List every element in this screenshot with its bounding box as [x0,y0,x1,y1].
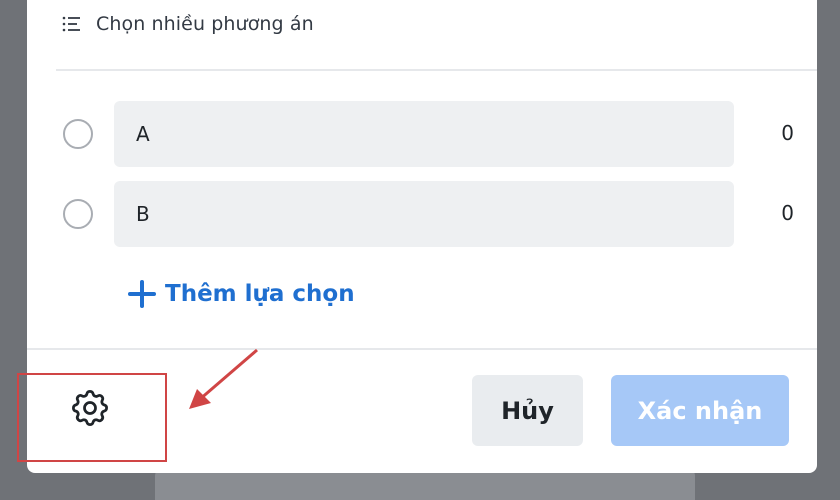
option-input[interactable]: B [114,181,734,247]
option-radio[interactable] [63,199,93,229]
option-vote-count: 0 [781,121,794,145]
add-choice-label: Thêm lựa chọn [165,281,355,307]
divider [56,69,817,71]
poll-option: A 0 [61,101,794,167]
poll-option: B 0 [61,181,794,247]
option-label: B [136,202,150,226]
option-radio[interactable] [63,119,93,149]
add-choice-button[interactable]: Thêm lựa chọn [127,278,355,310]
option-vote-count: 0 [781,201,794,225]
annotation-arrow-icon [189,348,258,409]
option-input[interactable]: A [114,101,734,167]
list-icon [62,16,80,32]
annotation-highlight-box [17,373,167,462]
plus-icon [128,280,156,308]
poll-mode-label: Chọn nhiều phương án [96,13,314,35]
poll-mode-selector[interactable]: Chọn nhiều phương án [60,10,314,38]
divider [27,348,817,350]
option-label: A [136,122,150,146]
confirm-button[interactable]: Xác nhận [611,375,789,446]
cancel-button[interactable]: Hủy [472,375,583,446]
